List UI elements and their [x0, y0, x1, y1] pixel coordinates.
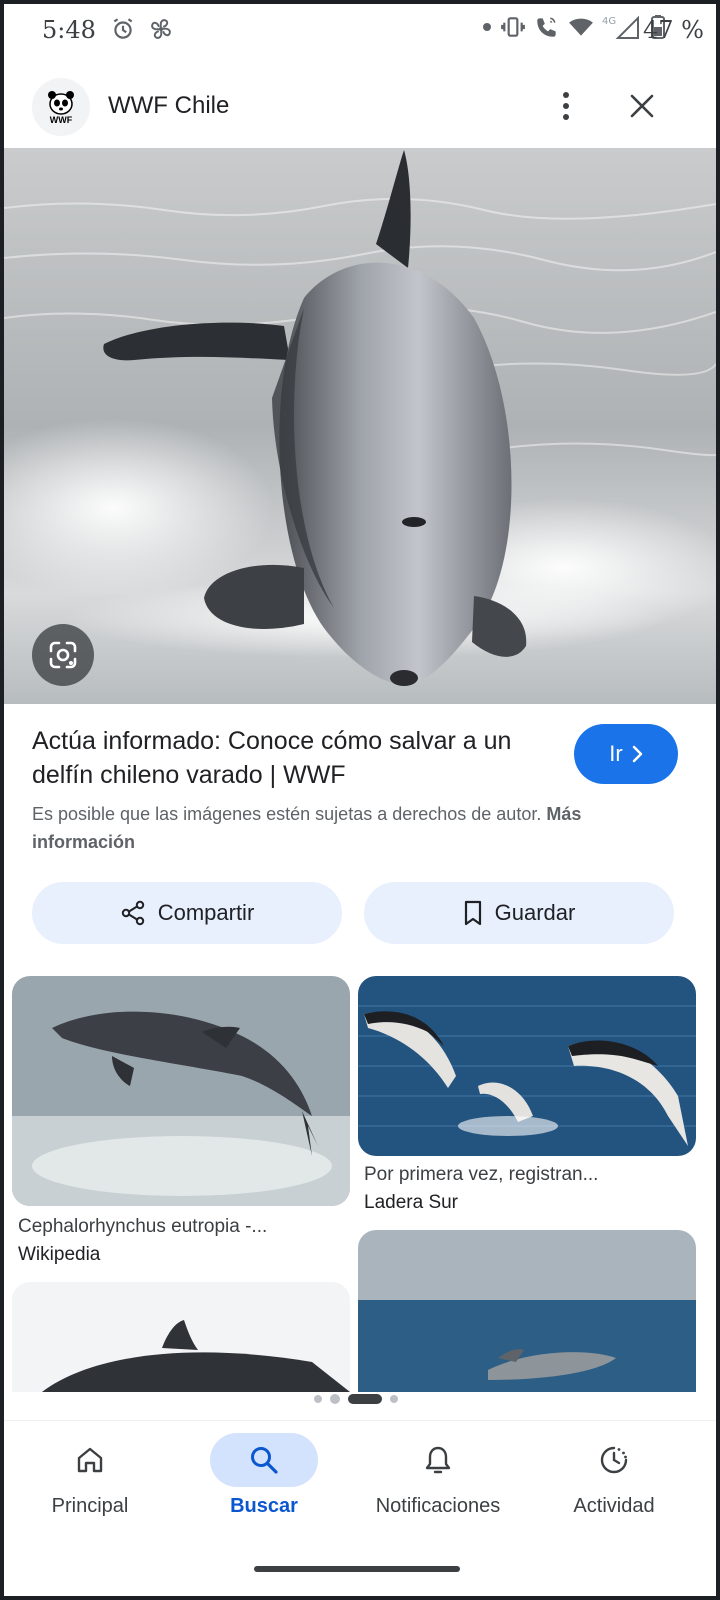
bookmark-icon	[464, 900, 481, 926]
alarm-icon	[113, 18, 133, 39]
result-header: WWF WWF Chile	[4, 72, 716, 144]
save-button[interactable]: Guardar	[364, 882, 674, 944]
related-thumb[interactable]	[358, 976, 696, 1156]
page-dot	[390, 1395, 398, 1403]
result-title[interactable]: Actúa informado: Conoce cómo salvar a un…	[32, 724, 552, 792]
lens-icon	[49, 641, 77, 669]
dolphin-thumb-1	[12, 976, 350, 1206]
copyright-notice: Es posible que las imágenes estén sujeta…	[32, 800, 672, 856]
nav-label: Principal	[51, 1495, 129, 1517]
signal-4g-icon: 4G	[602, 15, 639, 39]
page-indicator	[314, 1394, 398, 1404]
svg-text:4G: 4G	[602, 16, 616, 27]
share-label: Compartir	[157, 900, 255, 925]
dolphin-thumb-2	[358, 976, 696, 1156]
go-button[interactable]: Ir	[574, 724, 678, 784]
share-button[interactable]: Compartir	[32, 882, 342, 944]
status-left-icons	[110, 16, 174, 42]
nav-pill-active	[210, 1433, 318, 1487]
nav-pill	[384, 1433, 492, 1487]
close-icon	[630, 94, 654, 118]
dolphin-thumb-4	[358, 1230, 696, 1392]
more-vert-icon	[563, 92, 569, 120]
site-logo[interactable]: WWF	[32, 78, 90, 136]
nav-item-buscar[interactable]: Buscar	[210, 1421, 318, 1541]
hero-image[interactable]	[4, 148, 716, 704]
nav-label: Buscar	[230, 1495, 298, 1517]
status-right-icons: 4G	[482, 14, 666, 40]
dolphin-photo	[4, 148, 716, 704]
home-icon	[77, 1447, 103, 1473]
search-icon	[251, 1447, 278, 1474]
google-lens-button[interactable]	[32, 624, 94, 686]
panda-logo-icon	[48, 91, 74, 115]
page-dot	[314, 1395, 322, 1403]
dolphin-thumb-3	[12, 1282, 350, 1392]
dot-icon	[483, 23, 491, 31]
related-thumb[interactable]	[358, 1230, 696, 1392]
go-label: Ir	[609, 741, 623, 766]
related-source: Ladera Sur	[364, 1192, 459, 1213]
screen: 5:48 4G 47 % WWF WWF Chile Actúa informa…	[4, 4, 716, 1596]
nav-item-principal[interactable]: Principal	[36, 1421, 144, 1541]
related-title[interactable]: Por primera vez, registran...	[364, 1164, 598, 1186]
status-time: 5:48	[42, 16, 96, 44]
page-dot	[330, 1394, 340, 1404]
site-name[interactable]: WWF Chile	[108, 92, 229, 120]
vibrate-icon	[501, 17, 525, 37]
activity-icon	[600, 1446, 628, 1474]
bell-icon	[425, 1446, 451, 1474]
close-button[interactable]	[620, 84, 664, 128]
nav-pill	[36, 1433, 144, 1487]
nav-item-notificaciones[interactable]: Notificaciones	[368, 1421, 508, 1541]
related-title[interactable]: Cephalorhynchus eutropia -...	[18, 1216, 267, 1238]
page-dot-active	[348, 1394, 382, 1404]
nav-label: Actividad	[573, 1495, 655, 1517]
fan-icon	[151, 19, 171, 39]
logo-text: WWF	[49, 115, 73, 125]
save-label: Guardar	[494, 900, 576, 925]
related-source: Wikipedia	[18, 1244, 101, 1265]
chevron-right-icon	[632, 745, 642, 763]
more-options-button[interactable]	[544, 84, 588, 128]
status-bar: 5:48 4G 47 %	[4, 4, 716, 60]
battery-percentage: 47 %	[643, 16, 704, 44]
nav-item-actividad[interactable]: Actividad	[560, 1421, 668, 1541]
related-thumb[interactable]	[12, 1282, 350, 1392]
copyright-text: Es posible que las imágenes estén sujeta…	[32, 804, 542, 824]
nav-pill	[560, 1433, 668, 1487]
share-icon	[121, 900, 144, 926]
wifi-icon	[569, 18, 593, 36]
gesture-home-indicator[interactable]	[254, 1566, 460, 1572]
related-thumb[interactable]	[12, 976, 350, 1206]
wifi-calling-icon	[537, 17, 556, 37]
nav-label: Notificaciones	[375, 1495, 501, 1517]
